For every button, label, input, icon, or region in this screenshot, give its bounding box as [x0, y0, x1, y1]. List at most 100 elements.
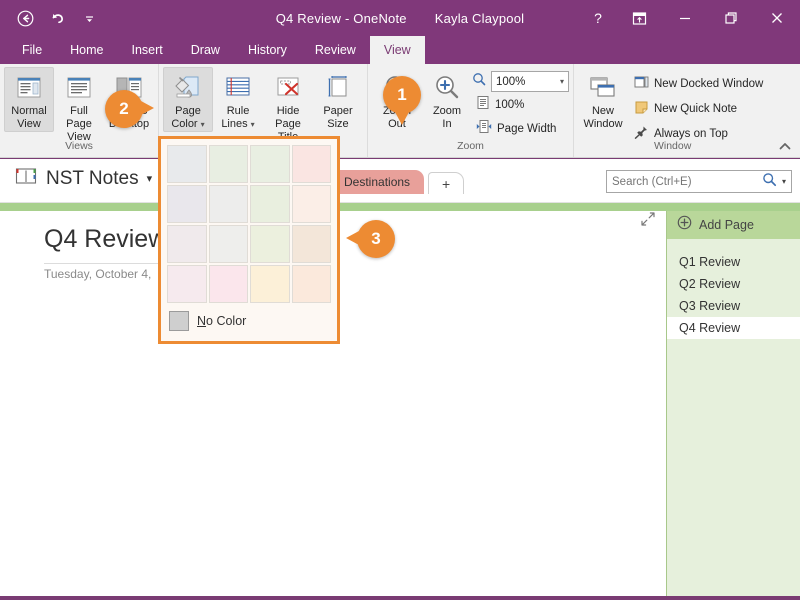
full-page-view-button[interactable]: Full Page View — [54, 67, 104, 145]
color-swatch[interactable] — [167, 185, 207, 223]
color-swatch[interactable] — [291, 225, 331, 263]
zoom-in-button[interactable]: Zoom In — [422, 67, 472, 132]
zoom-level-value: 100% — [496, 75, 526, 88]
callout-tail — [395, 112, 409, 125]
color-swatch[interactable] — [208, 145, 248, 183]
page-item-q3[interactable]: Q3 Review — [667, 295, 800, 317]
page-color-dropdown: No Color — [158, 136, 340, 344]
color-swatch[interactable] — [291, 145, 331, 183]
page-width-button[interactable]: Page Width — [472, 118, 569, 140]
qat-more-icon[interactable] — [74, 3, 104, 33]
add-page-button[interactable]: Add Page — [667, 211, 800, 239]
hide-page-title-button[interactable]: Hide Page Title — [263, 67, 313, 145]
back-arrow-icon[interactable] — [10, 3, 40, 33]
page-item-q2[interactable]: Q2 Review — [667, 273, 800, 295]
color-swatch[interactable] — [250, 225, 290, 263]
ribbon-display-options-icon[interactable] — [616, 0, 662, 36]
help-icon[interactable]: ? — [580, 0, 616, 36]
new-docked-window-label: New Docked Window — [654, 78, 764, 90]
search-zoom-icon — [472, 72, 486, 91]
new-docked-window-button[interactable]: New Docked Window — [630, 73, 767, 95]
page-color-label: Page Color ▾ — [171, 105, 205, 130]
title-bar: Q4 Review - OneNote Kayla Claypool ? — [0, 0, 800, 36]
user-account-name[interactable]: Kayla Claypool — [435, 11, 525, 26]
search-icon[interactable] — [762, 172, 777, 192]
page-date[interactable]: Tuesday, October 4, — [44, 267, 151, 281]
normal-view-label: Normal View — [11, 105, 47, 130]
ribbon-tab-bar: File Home Insert Draw History Review Vie… — [0, 36, 800, 64]
tab-insert[interactable]: Insert — [118, 36, 177, 64]
chevron-down-icon[interactable]: ▾ — [782, 177, 786, 186]
new-window-button[interactable]: New Window — [578, 67, 628, 132]
page-color-button[interactable]: Page Color ▾ — [163, 67, 213, 132]
color-swatch[interactable] — [167, 265, 207, 303]
callout-badge-3: 3 — [346, 220, 395, 258]
color-swatch[interactable] — [291, 265, 331, 303]
zoom-100-button[interactable]: 100% — [472, 94, 569, 116]
color-swatch[interactable] — [208, 265, 248, 303]
window-controls: ? — [580, 0, 800, 36]
callout-badge-2-number: 2 — [119, 99, 129, 118]
new-quick-note-icon — [634, 100, 649, 119]
window-title: Q4 Review - OneNote — [275, 10, 407, 26]
ribbon-group-window-label: Window — [653, 140, 692, 152]
tab-draw[interactable]: Draw — [177, 36, 234, 64]
full-page-view-icon — [64, 71, 94, 105]
zoom-level-input[interactable]: 100% ▾ — [491, 71, 569, 92]
tab-view[interactable]: View — [369, 36, 425, 64]
section-tab-destinations[interactable]: Destinations — [330, 170, 425, 194]
no-color-label: No Color — [197, 314, 247, 328]
search-placeholder: Search (Ctrl+E) — [612, 175, 692, 188]
zoom-in-icon — [432, 71, 462, 105]
color-swatch[interactable] — [291, 185, 331, 223]
chevron-up-icon[interactable] — [776, 137, 794, 155]
chevron-down-icon: ▾ — [200, 120, 205, 129]
chevron-down-icon[interactable]: ▾ — [560, 77, 564, 86]
color-swatch[interactable] — [250, 145, 290, 183]
section-color-strip — [0, 203, 800, 211]
add-section-button[interactable]: + — [428, 172, 465, 194]
chevron-down-icon[interactable]: ▾ — [147, 172, 153, 185]
callout-tail — [141, 101, 154, 115]
color-swatch[interactable] — [167, 145, 207, 183]
rule-lines-icon — [223, 71, 253, 105]
paper-size-button[interactable]: Paper Size — [313, 67, 363, 132]
tab-review[interactable]: Review — [301, 36, 370, 64]
color-swatch[interactable] — [250, 265, 290, 303]
hide-page-title-icon — [273, 71, 303, 105]
zoom-fields: 100% ▾ 100% Page Width — [472, 67, 569, 140]
page-item-q1[interactable]: Q1 Review — [667, 251, 800, 273]
new-quick-note-button[interactable]: New Quick Note — [630, 98, 767, 120]
page-color-icon — [172, 71, 204, 105]
page-100-icon — [476, 95, 490, 115]
color-swatch[interactable] — [250, 185, 290, 223]
close-icon[interactable] — [754, 0, 800, 36]
color-swatch[interactable] — [167, 225, 207, 263]
page-width-label: Page Width — [497, 123, 557, 135]
expand-arrows-icon[interactable] — [639, 210, 657, 228]
notebook-selector[interactable]: NST Notes ▾ — [14, 166, 152, 191]
page-title[interactable]: Q4 Review — [44, 225, 166, 254]
restore-icon[interactable] — [708, 0, 754, 36]
paper-size-label: Paper Size — [323, 105, 353, 130]
tab-home[interactable]: Home — [56, 36, 117, 64]
no-color-option[interactable]: No Color — [161, 307, 337, 331]
zoom-in-label: Zoom In — [432, 105, 462, 130]
tab-history[interactable]: History — [234, 36, 301, 64]
notebook-icon — [14, 166, 38, 191]
minimize-icon[interactable] — [662, 0, 708, 36]
paper-size-icon — [323, 71, 353, 105]
tab-file[interactable]: File — [8, 36, 56, 64]
color-swatch[interactable] — [208, 225, 248, 263]
rule-lines-button[interactable]: Rule Lines ▾ — [213, 67, 263, 132]
search-input[interactable]: Search (Ctrl+E) ▾ — [606, 170, 792, 193]
page-item-q4[interactable]: Q4 Review — [667, 317, 800, 339]
callout-badge-2: 2 — [105, 90, 154, 128]
color-swatch[interactable] — [208, 185, 248, 223]
ribbon-group-window: New Window New Docked Window New Quick N… — [573, 64, 771, 157]
new-window-icon — [586, 71, 620, 105]
callout-badge-1: 1 — [383, 76, 421, 125]
undo-icon[interactable] — [42, 3, 72, 33]
new-quick-note-label: New Quick Note — [654, 103, 738, 115]
normal-view-button[interactable]: Normal View — [4, 67, 54, 132]
